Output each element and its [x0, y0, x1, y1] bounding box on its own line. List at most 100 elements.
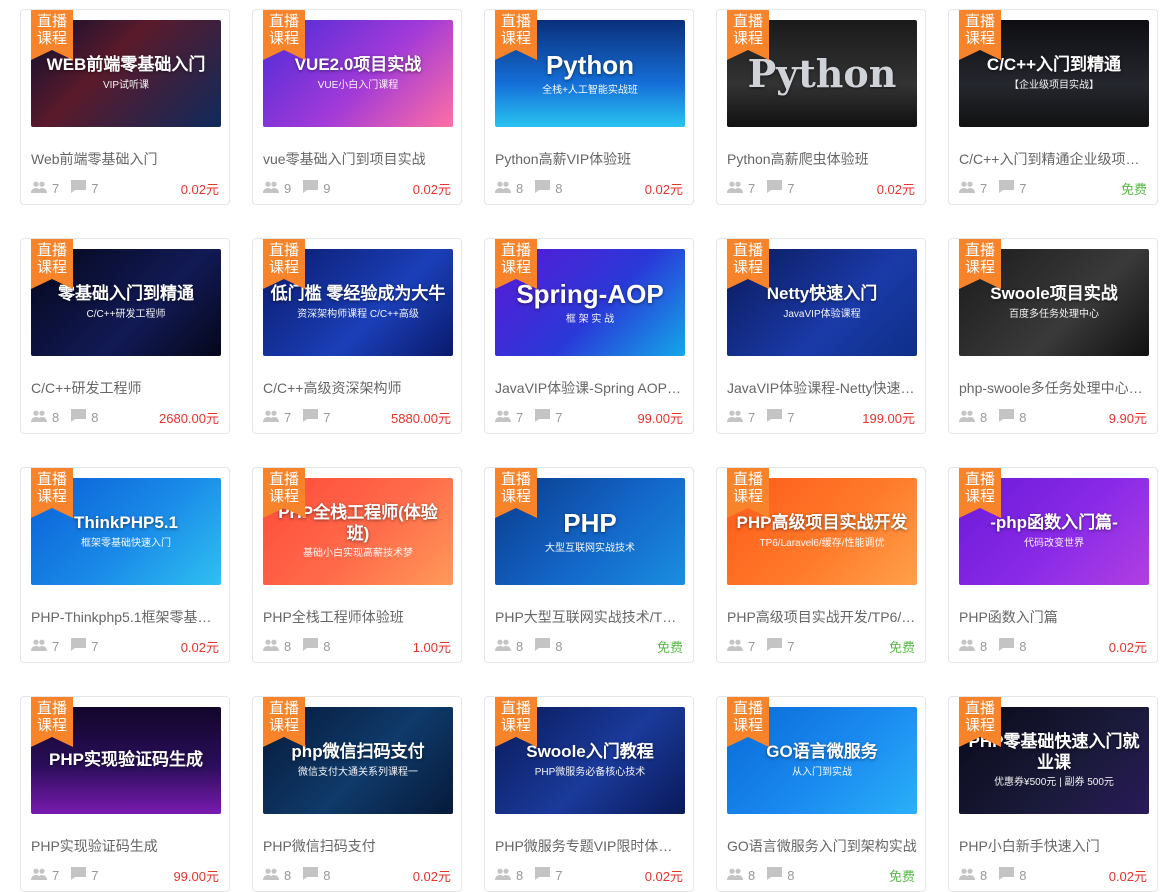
course-title[interactable]: PHP全栈工程师体验班: [263, 607, 453, 627]
course-stats: 99: [263, 180, 342, 196]
users-icon: [263, 410, 284, 425]
course-card[interactable]: Spring-AOP 框 架 实 战直播 课程 JavaVIP体验课-Spring A…: [484, 238, 694, 434]
comment-icon: [71, 180, 91, 196]
comments-stat: 7: [767, 638, 794, 654]
course-card[interactable]: C/C++入门到精通 【企业级项目实战】 直播 课程 C/C++入门到精通企业级项目实战…: [948, 9, 1158, 205]
course-stats: 88: [959, 638, 1038, 654]
users-icon: [495, 639, 516, 654]
comments-count: 7: [91, 867, 99, 883]
students-count: 7: [748, 409, 756, 425]
comments-count: 8: [555, 180, 563, 196]
thumbnail-subline: C/C++研发工程师: [86, 308, 166, 320]
course-price: 99.00元: [637, 411, 683, 426]
course-stats: 77: [959, 180, 1038, 196]
course-title[interactable]: PHP小白新手快速入门: [959, 836, 1149, 856]
course-card[interactable]: Swoole项目实战 百度多任务处理中心 直播 课程 php-swoole多任务处理中心…: [948, 238, 1158, 434]
course-title[interactable]: C/C++研发工程师: [31, 378, 221, 398]
course-card[interactable]: 低门槛 零经验成为大牛 资深架构师课程 C/C++高级 直播 课程 C/C++高级资深架…: [252, 238, 462, 434]
course-title[interactable]: PHP实现验证码生成: [31, 836, 221, 856]
students-count: 7: [52, 867, 60, 883]
course-card[interactable]: WEB前端零基础入门 VIP试听课 直播 课程 Web前端零基础入门 7 7 0.02元: [20, 9, 230, 205]
course-price: 9.90元: [1108, 411, 1147, 426]
course-stats: 88: [727, 867, 806, 883]
students-count: 8: [516, 867, 524, 883]
course-card[interactable]: php微信扫码支付 微信支付大通关系列课程一 直播 课程 PHP微信扫码支付 8 8 0.02…: [252, 696, 462, 892]
course-price: 199.00元: [862, 411, 915, 426]
students-count: 7: [284, 409, 292, 425]
users-icon: [31, 868, 52, 883]
course-price: 免费: [1120, 182, 1147, 197]
course-title[interactable]: Python高薪爬虫体验班: [727, 149, 917, 169]
course-card[interactable]: Netty快速入门 JavaVIP体验课程 直播 课程 JavaVIP体验课程-Nett…: [716, 238, 926, 434]
comments-count: 7: [1019, 180, 1027, 196]
students-stat: 8: [495, 639, 523, 654]
course-price: 0.02元: [1108, 869, 1147, 884]
students-count: 8: [52, 409, 60, 425]
course-card[interactable]: -php函数入门篇- 代码改变世界 直播 课程 PHP函数入门篇 8 8 0.02元: [948, 467, 1158, 663]
course-title[interactable]: Web前端零基础入门: [31, 149, 221, 169]
course-card[interactable]: PHP大型互联网实战技术直播课程PHP大型互联网实战技术/TP5/性能优化88免…: [484, 467, 694, 663]
course-price: 0.02元: [876, 182, 915, 197]
course-title[interactable]: C/C++高级资深架构师: [263, 378, 453, 398]
course-title[interactable]: PHP微服务专题VIP限时体验课: [495, 836, 685, 856]
course-card[interactable]: VUE2.0项目实战 VUE小白入门课程 直播 课程 vue零基础入门到项目实战 9 9 0.…: [252, 9, 462, 205]
thumbnail-headline: VUE2.0项目实战: [294, 55, 422, 75]
course-stats: 77: [727, 180, 806, 196]
course-title[interactable]: Python高薪VIP体验班: [495, 149, 685, 169]
course-card[interactable]: 零基础入门到精通 C/C++研发工程师 直播 课程 C/C++研发工程师 8 8 2680.0…: [20, 238, 230, 434]
course-stats: 88: [263, 867, 342, 883]
students-count: 7: [52, 638, 60, 654]
course-title[interactable]: PHP大型互联网实战技术/TP5/性能优化: [495, 607, 685, 627]
course-price: 0.02元: [180, 640, 219, 655]
course-price: 0.02元: [644, 869, 683, 884]
comments-stat: 7: [71, 180, 98, 196]
course-title[interactable]: PHP函数入门篇: [959, 607, 1149, 627]
course-title[interactable]: PHP-Thinkphp5.1框架零基础快速入门: [31, 607, 221, 627]
comments-stat: 8: [999, 638, 1026, 654]
course-card[interactable]: PHP零基础快速入门就业课 优惠券¥500元 | 副券 500元 直播 课程 PHP小白…: [948, 696, 1158, 892]
students-stat: 7: [727, 410, 755, 425]
course-stats: 77: [263, 409, 342, 425]
course-stats: 88: [495, 180, 574, 196]
course-card[interactable]: Swoole入门教程 PHP微服务必备核心技术 直播 课程 PHP微服务专题VIP限时体…: [484, 696, 694, 892]
students-count: 7: [748, 638, 756, 654]
course-title[interactable]: GO语言微服务入门到架构实战: [727, 836, 917, 856]
thumbnail-headline: Python: [545, 49, 635, 80]
course-title[interactable]: JavaVIP体验课-Spring AOP框架实战: [495, 378, 685, 398]
students-stat: 8: [495, 868, 523, 883]
course-card[interactable]: ThinkPHP5.1 框架零基础快速入门 直播 课程 PHP-Thinkphp5.1框…: [20, 467, 230, 663]
students-stat: 8: [959, 868, 987, 883]
course-title[interactable]: PHP高级项目实战开发/TP6/Laravel6: [727, 607, 917, 627]
comments-count: 7: [91, 180, 99, 196]
users-icon: [495, 868, 516, 883]
students-count: 7: [980, 180, 988, 196]
course-card[interactable]: PHP实现验证码生成 直播 课程 PHP实现验证码生成 7 7 99.00元: [20, 696, 230, 892]
thumbnail-headline: C/C++入门到精通: [986, 55, 1122, 75]
course-title[interactable]: vue零基础入门到项目实战: [263, 149, 453, 169]
course-stats: 77: [727, 638, 806, 654]
course-title[interactable]: PHP微信扫码支付: [263, 836, 453, 856]
thumbnail-headline: PHP实现验证码生成: [49, 750, 203, 770]
comments-stat: 9: [303, 180, 330, 196]
course-title[interactable]: C/C++入门到精通企业级项目实战: [959, 149, 1149, 169]
course-card[interactable]: GO语言微服务 从入门到实战 直播 课程 GO语言微服务入门到架构实战 8 8 免费: [716, 696, 926, 892]
course-card[interactable]: Python 全栈+人工智能实战班 直播 课程 Python高薪VIP体验班 8 8 0.02…: [484, 9, 694, 205]
students-stat: 9: [263, 181, 291, 196]
students-count: 7: [52, 180, 60, 196]
thumbnail-subline: 大型互联网实战技术: [545, 543, 635, 555]
comment-icon: [767, 409, 787, 425]
course-title[interactable]: php-swoole多任务处理中心项目实战: [959, 378, 1149, 398]
course-card[interactable]: PHP高级项目实战开发 TP6/Laravel6/缓存/性能调优 直播 课程 PHP高级…: [716, 467, 926, 663]
thumbnail-headline: 低门槛 零经验成为大牛: [270, 284, 446, 304]
comments-stat: 8: [767, 867, 794, 883]
students-count: 8: [284, 638, 292, 654]
course-stats: 77: [495, 409, 574, 425]
course-card[interactable]: PHP全栈工程师(体验班) 基础小白实现高薪技术梦 直播 课程 PHP全栈工程师体验班 8…: [252, 467, 462, 663]
users-icon: [263, 181, 284, 196]
students-stat: 8: [727, 868, 755, 883]
course-title[interactable]: JavaVIP体验课程-Netty快速入门: [727, 378, 917, 398]
users-icon: [727, 868, 748, 883]
comment-icon: [71, 867, 91, 883]
course-card[interactable]: Python 直播 课程 Python高薪爬虫体验班 7 7 0.02元: [716, 9, 926, 205]
comments-count: 8: [323, 638, 331, 654]
